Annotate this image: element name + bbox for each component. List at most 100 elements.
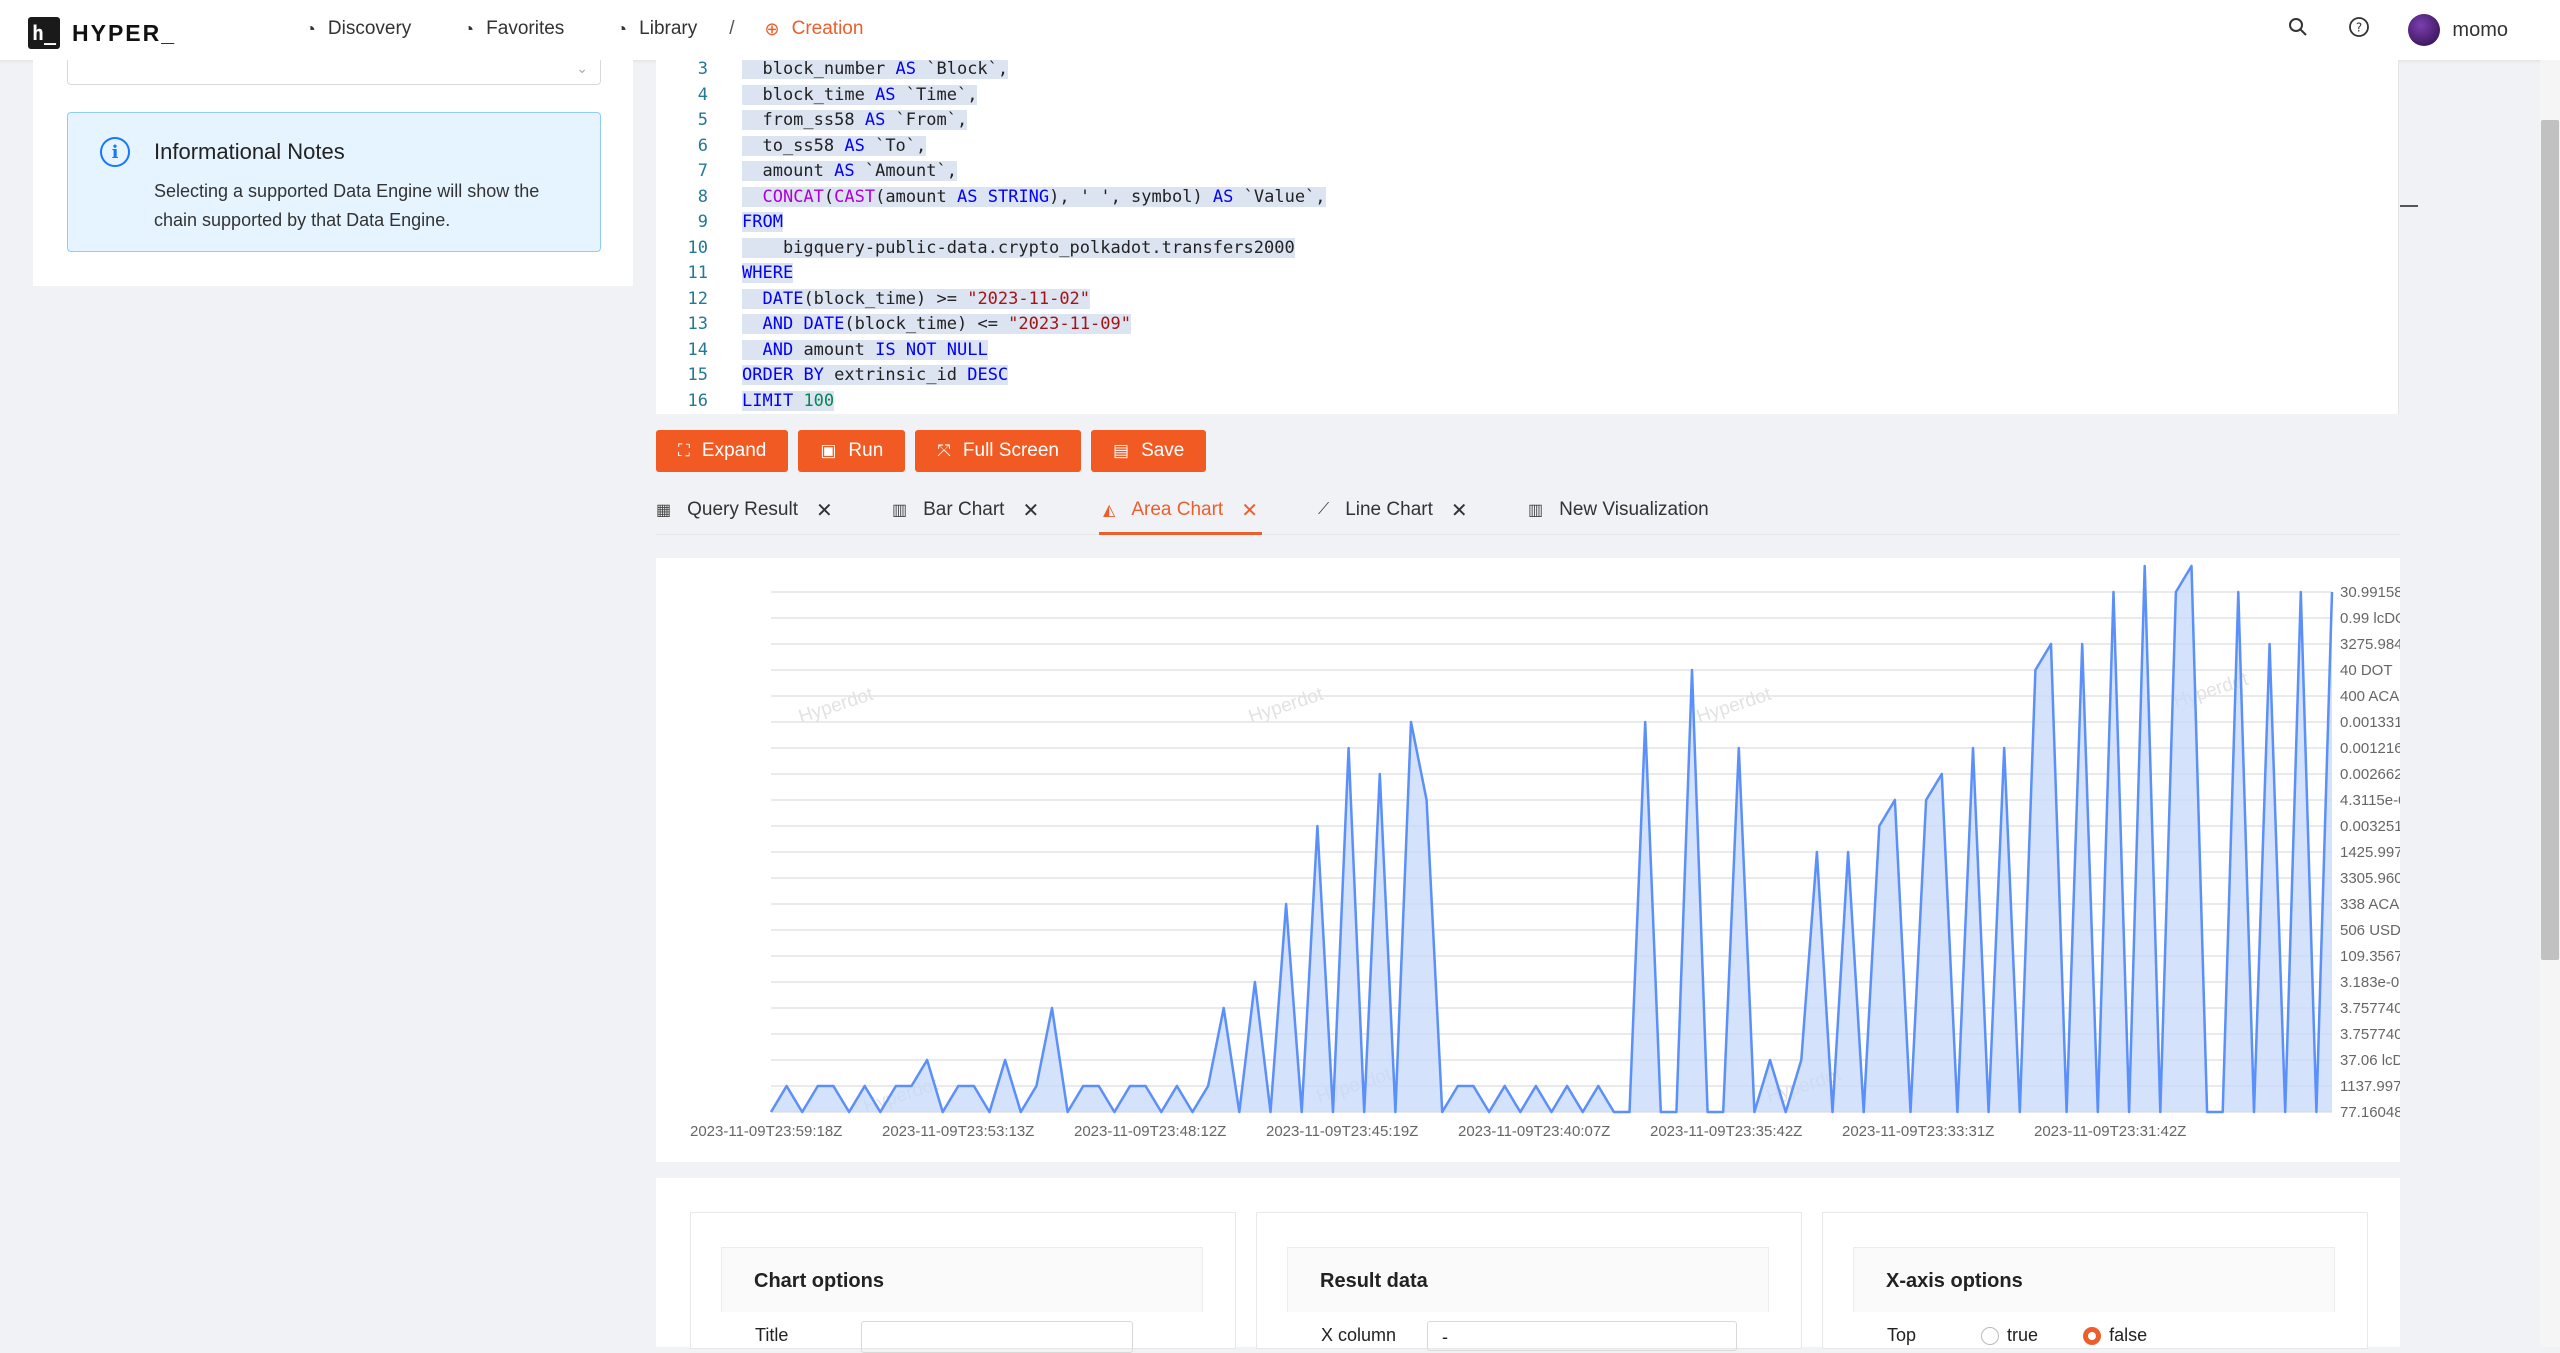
dashboard-icon: ◔ — [616, 18, 628, 39]
top-label: Top — [1887, 1325, 1917, 1345]
dashboard-icon: ◔ — [305, 18, 316, 39]
dashboard-icon: ◔ — [463, 18, 475, 39]
tab-line-chart[interactable]: ⟋ Line Chart ✕ — [1318, 488, 1468, 532]
radio-false-label: false — [2109, 1325, 2148, 1345]
code-line[interactable]: 11 WHERE — [656, 261, 2396, 286]
code-line[interactable]: 3 block_number AS `Block`, — [656, 60, 2396, 82]
code-line[interactable]: 7 amount AS `Amount`, — [656, 159, 2396, 184]
y-tick-label: 506 USDC — [2340, 922, 2400, 939]
y-tick-label: 3305.96053 ACA — [2340, 870, 2400, 887]
code-text: FROM — [742, 212, 783, 232]
code-text: LIMIT 100 — [742, 390, 835, 411]
close-icon[interactable]: ✕ — [1241, 498, 1258, 523]
x-tick-label: 2023-11-09T23:35:42Z — [1650, 1123, 1802, 1140]
tab-query-result[interactable]: ▦ Query Result ✕ — [656, 488, 833, 532]
y-tick-label: 400 ACA — [2340, 688, 2399, 705]
line-number: 13 — [687, 314, 708, 334]
area-line — [769, 564, 2334, 1114]
title-field-label: Title — [755, 1325, 789, 1345]
main-nav: ◔ Discovery ◔ Favorites ◔ Library / ⊕ Cr… — [305, 18, 915, 40]
nav-item-creation[interactable]: ⊕ Creation — [765, 18, 864, 40]
code-text: AND DATE(block_time) <= "2023-11-09" — [742, 312, 1131, 337]
chart-options-title: Chart options — [754, 1270, 884, 1292]
close-icon[interactable]: ✕ — [1022, 498, 1039, 523]
editor-scroll-marker — [2400, 205, 2418, 207]
nav-separator: / — [729, 18, 735, 39]
nav-item-library[interactable]: ◔ Library — [616, 18, 697, 40]
y-tick-label: 3275.984300453038 ACA — [2340, 636, 2400, 653]
code-line[interactable]: 4 block_time AS `Time`, — [656, 83, 2396, 108]
code-line[interactable]: 10 bigquery-public-data.crypto_polkadot.… — [656, 236, 2396, 261]
x-tick-label: 2023-11-09T23:45:19Z — [1266, 1123, 1418, 1140]
code-text: block_number AS `Block`, — [742, 60, 1009, 79]
chevron-down-icon: ⌄ — [576, 60, 588, 76]
line-number: 14 — [687, 339, 708, 360]
sql-editor[interactable]: 3 block_number AS `Block`, 4 block_time A… — [656, 60, 2399, 414]
nav-label: Creation — [791, 18, 864, 39]
logo-text: HYPER_ — [72, 19, 177, 46]
code-line[interactable]: 6 to_ss58 AS `To`, — [656, 134, 2396, 159]
y-tick-label: 0.0012162615 lcDOT — [2340, 740, 2400, 757]
info-description: Selecting a supported Data Engine will s… — [154, 181, 540, 230]
code-text: WHERE — [742, 263, 794, 283]
close-icon[interactable]: ✕ — [1451, 498, 1468, 523]
tab-new-visualization[interactable]: ▥ New Visualization — [1528, 488, 1709, 532]
help-icon[interactable]: ? — [2348, 16, 2370, 44]
chart-options-card: Chart options Title — [690, 1212, 1236, 1353]
x-tick-label: 2023-11-09T23:33:31Z — [1842, 1123, 1994, 1140]
run-button[interactable]: ▣ Run — [798, 430, 906, 472]
code-line[interactable]: 14 AND amount IS NOT NULL — [656, 338, 2396, 363]
y-tick-label: 4.3115e-05 DOT — [2340, 792, 2400, 809]
info-alert: i Informational Notes Selecting a suppor… — [67, 112, 601, 252]
code-line[interactable]: 5 from_ss58 AS `From`, — [656, 108, 2396, 133]
expand-button[interactable]: ⛶ Expand — [656, 430, 789, 472]
code-line[interactable]: 9 FROM — [656, 210, 2396, 235]
x-axis-options-card: X-axis options Top true false — [1822, 1212, 2368, 1349]
data-engine-select[interactable]: ⌄ — [67, 60, 601, 85]
area-chart: 77.16048 ACA 1137.997519998517 ACA 37.06 l… — [690, 564, 2400, 1140]
tab-area-chart[interactable]: ◭ Area Chart ✕ — [1099, 488, 1262, 535]
code-line[interactable]: 12 DATE(block_time) >= "2023-11-02" — [656, 287, 2396, 312]
fullscreen-icon: ⤧ — [937, 441, 951, 460]
top-right-actions: ? momo — [2248, 14, 2508, 46]
app-logo[interactable]: h_ HYPER_ — [28, 17, 176, 49]
tab-label: Bar Chart — [923, 499, 1005, 520]
code-text: DATE(block_time) >= "2023-11-02" — [742, 287, 1091, 312]
result-data-title: Result data — [1320, 1270, 1428, 1292]
code-text: block_time AS `Time`, — [742, 84, 978, 105]
line-number: 7 — [697, 161, 708, 181]
data-engine-panel: ⌄ i Informational Notes Selecting a supp… — [33, 60, 633, 286]
code-text: CONCAT(CAST(amount AS STRING), ' ', symb… — [742, 185, 1326, 210]
full-screen-button[interactable]: ⤧ Full Screen — [915, 430, 1081, 472]
nav-item-favorites[interactable]: ◔ Favorites — [463, 18, 564, 40]
save-button[interactable]: ▤ Save — [1091, 430, 1207, 472]
x-tick-label: 2023-11-09T23:48:12Z — [1074, 1123, 1226, 1140]
y-tick-label: 0.99 lcDOT — [2340, 610, 2400, 627]
line-number: 9 — [697, 212, 708, 232]
y-tick-label: 0.002662507878 ACA — [2340, 766, 2400, 783]
nav-item-discovery[interactable]: ◔ Discovery — [305, 18, 411, 40]
code-line[interactable]: 13 AND DATE(block_time) <= "2023-11-09" — [656, 312, 2396, 337]
y-tick-label: 0.0032513298 DOT — [2340, 818, 2400, 835]
radio-false[interactable]: false — [2083, 1325, 2148, 1346]
table-icon: ▦ — [656, 502, 672, 519]
y-tick-label: 37.06 lcDOT — [2340, 1052, 2400, 1069]
radio-true[interactable]: true — [1981, 1325, 2038, 1346]
tab-label: New Visualization — [1559, 499, 1709, 520]
avatar[interactable] — [2408, 14, 2441, 46]
full-screen-label: Full Screen — [962, 440, 1059, 461]
tab-label: Line Chart — [1345, 499, 1433, 520]
y-tick-label: 109.356758319891 AUSD — [2340, 948, 2400, 965]
y-tick-label: 3.7577406856 LDOT — [2340, 1000, 2400, 1017]
search-icon[interactable] — [2288, 17, 2308, 43]
username[interactable]: momo — [2452, 19, 2508, 42]
tab-bar-chart[interactable]: ▥ Bar Chart ✕ — [892, 488, 1039, 532]
expand-label: Expand — [701, 440, 767, 461]
code-line[interactable]: 15 ORDER BY extrinsic_id DESC — [656, 363, 2396, 388]
code-line[interactable]: 8 CONCAT(CAST(amount AS STRING), ' ', sy… — [656, 185, 2396, 210]
close-icon[interactable]: ✕ — [816, 498, 833, 523]
y-tick-label: 338 ACA — [2340, 896, 2399, 913]
code-line[interactable]: 16 LIMIT 100 — [656, 389, 2396, 414]
scrollbar-thumb[interactable] — [2541, 120, 2559, 960]
title-input[interactable] — [861, 1321, 1133, 1353]
